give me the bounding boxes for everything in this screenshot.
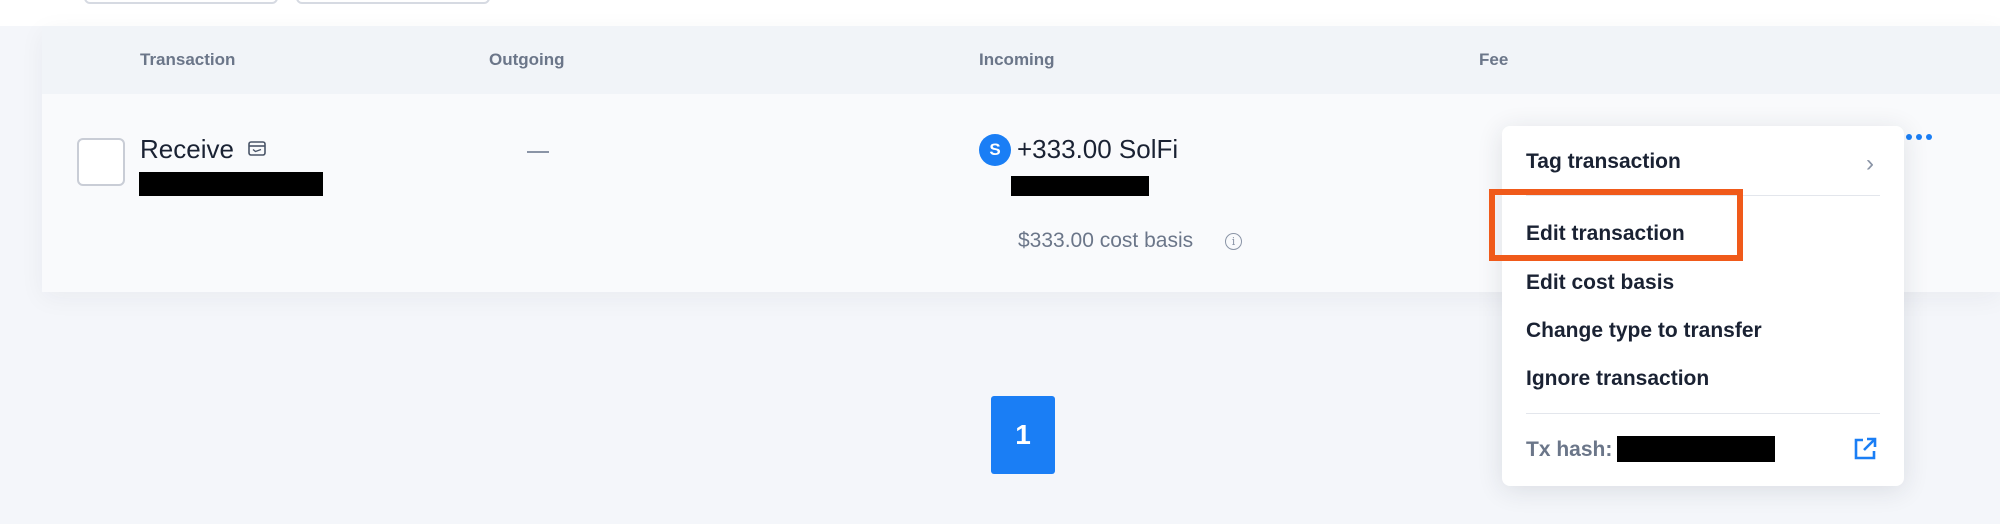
redacted-tx-hash	[1617, 436, 1775, 462]
wallet-icon	[248, 141, 266, 156]
tx-hash-label: Tx hash:	[1526, 438, 1613, 461]
row-select-checkbox[interactable]	[77, 138, 125, 186]
filter-chip[interactable]	[296, 0, 490, 4]
token-badge: S	[979, 134, 1011, 166]
menu-divider	[1526, 413, 1880, 414]
menu-item-edit-cost-basis[interactable]: Edit cost basis	[1526, 271, 1674, 295]
cost-basis: $333.00 cost basis	[1018, 229, 1194, 252]
transaction-context-menu: Tag transaction › Edit transaction Edit …	[1502, 126, 1904, 486]
header-incoming: Incoming	[979, 50, 1055, 69]
redacted-wallet	[1011, 176, 1149, 196]
highlight-box	[1489, 189, 1743, 261]
header-outgoing: Outgoing	[489, 50, 565, 69]
table-header: Transaction Outgoing Incoming Fee	[42, 26, 2000, 94]
outgoing-empty	[527, 151, 549, 153]
header-fee: Fee	[1479, 50, 1509, 69]
menu-item-change-type[interactable]: Change type to transfer	[1526, 319, 1762, 343]
transaction-type: Receive	[140, 134, 234, 164]
external-link-icon[interactable]	[1852, 436, 1878, 462]
menu-item-tag-transaction[interactable]: Tag transaction	[1526, 150, 1681, 174]
chevron-right-icon: ›	[1866, 150, 1874, 177]
more-horizontal-icon[interactable]	[1906, 130, 1936, 144]
menu-item-ignore-transaction[interactable]: Ignore transaction	[1526, 367, 1709, 391]
filter-chip[interactable]	[84, 0, 278, 4]
redacted-date	[139, 172, 323, 196]
pagination-page-1[interactable]: 1	[991, 396, 1055, 474]
header-transaction: Transaction	[140, 50, 236, 69]
top-filter-bar	[0, 0, 2000, 26]
incoming-amount: +333.00 SolFi	[1017, 134, 1179, 164]
info-icon[interactable]: i	[1225, 233, 1242, 250]
